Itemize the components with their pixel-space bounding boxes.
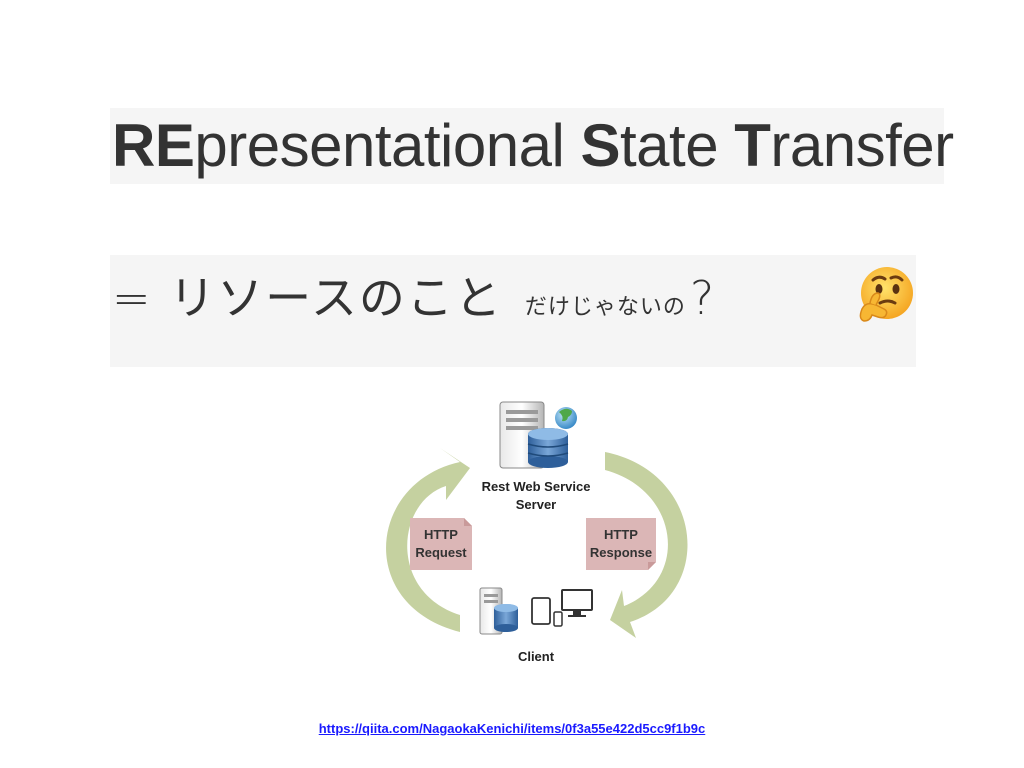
response-line1: HTTP [604,527,638,542]
thinking-face-icon [859,267,913,322]
http-request-box: HTTP Request [410,518,472,570]
subtitle-question: ? [689,271,715,325]
subtitle-small: だけじゃないの [524,295,686,320]
request-line1: HTTP [424,527,458,542]
client-tower-icon [479,587,518,635]
globe-icon [555,407,577,429]
response-line2: Response [590,545,652,560]
phone-icon [553,611,563,627]
server-label-line2: Server [516,497,556,512]
monitor-icon [561,589,593,617]
request-line2: Request [415,545,467,560]
slide-title: REpresentational State Transfer [112,112,954,179]
client-label: Client [518,649,555,664]
source-link[interactable]: https://qiita.com/NagaokaKenichi/items/0… [0,721,1024,736]
slide-subtitle: = リソースのこと だけじゃないの? [112,262,714,328]
subtitle-main: = リソースのこと [112,271,503,325]
server-label-line1: Rest Web Service [482,479,591,494]
rest-cycle-diagram: Rest Web Service Server HTTP Request HTT… [386,401,688,664]
tablet-icon [531,597,551,625]
http-response-box: HTTP Response [586,518,656,570]
